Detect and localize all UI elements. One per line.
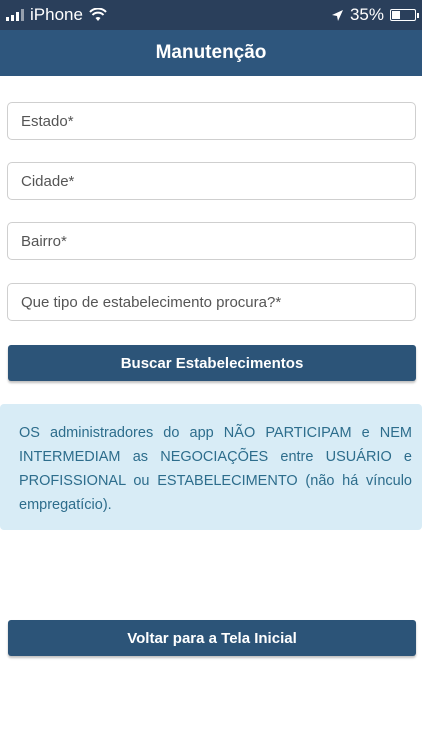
bairro-input[interactable] [7,222,416,260]
battery-percentage: 35% [349,5,384,24]
tipo-estabelecimento-input[interactable] [7,283,416,321]
back-to-home-button[interactable]: Voltar para a Tela Inicial [8,620,416,656]
cidade-input[interactable] [7,162,416,200]
status-bar: iPhone 35% [0,0,422,30]
estado-input[interactable] [7,102,416,140]
battery-icon [390,9,419,21]
status-right: 35% [331,5,419,25]
page-title: Manutenção [155,42,267,63]
search-establishments-button[interactable]: Buscar Estabelecimentos [8,345,416,381]
info-alert: OS administradores do app NÃO PARTICIPAM… [0,404,422,530]
signal-icon [6,9,24,21]
wifi-icon [89,8,107,21]
info-text: OS administradores do app NÃO PARTICIPAM… [19,425,412,513]
status-left: iPhone [6,5,107,25]
carrier-name: iPhone [30,5,83,24]
nav-bar: Manutenção [0,30,422,76]
location-arrow-icon [331,9,343,21]
